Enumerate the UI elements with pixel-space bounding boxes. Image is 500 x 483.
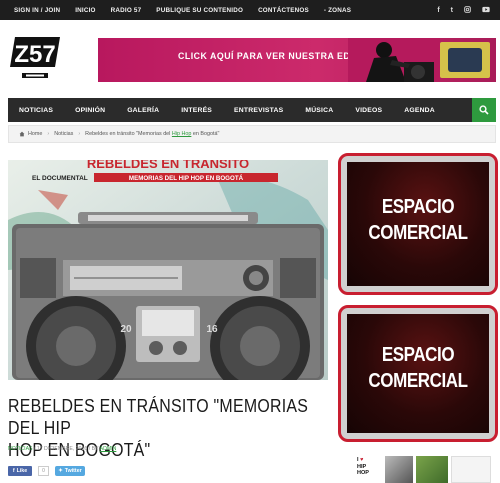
- ad-slot-2-image: ESPACIO COMERCIAL: [347, 314, 489, 433]
- home-icon: [19, 131, 25, 137]
- article-title-line1: REBELDES EN TRÁNSITO "MEMORIAS DEL HIP: [8, 395, 309, 438]
- inicio-link[interactable]: INICIO: [75, 7, 95, 14]
- breadcrumb-home[interactable]: Home: [28, 131, 42, 137]
- thumb-i-love-hip-hop[interactable]: I ♥ HIP HOP: [357, 456, 382, 483]
- instagram-icon[interactable]: [464, 5, 471, 15]
- boombox-right-number: 16: [206, 324, 218, 335]
- ad-slot-2[interactable]: ESPACIO COMERCIAL: [338, 305, 498, 442]
- ad-slot-1-image: ESPACIO COMERCIAL: [347, 162, 489, 286]
- search-button[interactable]: [472, 98, 496, 122]
- edition-banner[interactable]: CLICK AQUÍ PARA VER NUESTRA EDICIÓN 00: [98, 38, 496, 82]
- breadcrumb-section[interactable]: Noticias: [54, 131, 73, 137]
- article-meta: NOTICIAS / 17 DICIEMBRE, 2016 / BY ADMIN: [8, 446, 116, 452]
- breadcrumb-current-tag[interactable]: Hip Hop: [172, 131, 191, 137]
- facebook-like-count: 0: [38, 466, 49, 476]
- twitter-share-label: Twitter: [64, 468, 82, 474]
- facebook-like-button[interactable]: f Like: [8, 466, 32, 476]
- top-bar: SIGN IN / JOIN INICIO RADIO 57 PUBLIQUE …: [0, 0, 500, 20]
- nav-interes[interactable]: INTERÉS: [170, 107, 223, 114]
- love-line3: HOP: [357, 470, 369, 476]
- nav-videos[interactable]: VIDEOS: [344, 107, 393, 114]
- facebook-icon: f: [12, 468, 15, 474]
- breadcrumb-current-suffix: en Bogotá": [191, 131, 220, 137]
- thumb-photo-1[interactable]: [385, 456, 413, 483]
- social-links: f t: [437, 0, 490, 20]
- hero-subtitle-left: EL DOCUMENTAL: [32, 175, 88, 182]
- nav-musica[interactable]: MÚSICA: [294, 107, 344, 114]
- zonas-link[interactable]: - ZONAS: [324, 7, 351, 14]
- share-buttons: f Like 0 ✦ Twitter: [8, 466, 85, 476]
- facebook-like-label: Like: [16, 468, 28, 474]
- hero-subtitle-right: MEMORIAS DEL HIP HOP EN BOGOTÁ: [129, 175, 244, 182]
- twitter-icon: ✦: [58, 468, 63, 474]
- breadcrumb-separator-icon: ›: [47, 131, 50, 137]
- boombox-left-number: 20: [120, 324, 132, 335]
- breadcrumb-current-prefix: Rebeldes en tránsito "Memorias del: [85, 131, 172, 137]
- site-logo[interactable]: Z57: [8, 33, 62, 81]
- thumb-flyer[interactable]: [451, 456, 491, 483]
- nav-opinion[interactable]: OPINIÓN: [64, 107, 116, 114]
- facebook-icon[interactable]: f: [437, 7, 439, 14]
- search-icon: [479, 105, 489, 115]
- dj-image: [348, 38, 440, 82]
- article-by: BY: [91, 446, 99, 452]
- contactenos-link[interactable]: CONTÁCTENOS: [258, 7, 309, 14]
- love-line1: I: [357, 457, 359, 463]
- article-author[interactable]: ADMIN: [100, 446, 117, 452]
- breadcrumb: Home › Noticias › Rebeldes en tránsito "…: [8, 125, 496, 143]
- nav-agenda[interactable]: AGENDA: [393, 107, 446, 114]
- breadcrumb-separator-icon: ›: [78, 131, 81, 137]
- main-nav: NOTICIAS OPINIÓN GALERÍA INTERÉS ENTREVI…: [8, 98, 496, 122]
- breadcrumb-current: Rebeldes en tránsito "Memorias del Hip H…: [85, 131, 219, 137]
- article-date: 17 DICIEMBRE, 2016: [36, 446, 88, 452]
- hero-headline: REBELDES EN TRÁNSITO: [87, 160, 249, 171]
- twitter-icon[interactable]: t: [451, 7, 453, 14]
- ad-line1: ESPACIO: [381, 196, 455, 218]
- ad-slot-1[interactable]: ESPACIO COMERCIAL: [338, 153, 498, 295]
- radio-57-link[interactable]: RADIO 57: [111, 7, 142, 14]
- article-featured-image: REBELDES EN TRÁNSITO EL DOCUMENTAL MEMOR…: [8, 160, 328, 380]
- ad-line1: ESPACIO: [381, 344, 455, 366]
- article-category[interactable]: NOTICIAS: [8, 446, 33, 452]
- heart-icon: ♥: [360, 457, 364, 463]
- youtube-icon[interactable]: [482, 6, 490, 15]
- publique-link[interactable]: PUBLIQUE SU CONTENIDO: [156, 7, 243, 14]
- nav-noticias[interactable]: NOTICIAS: [8, 107, 64, 114]
- related-thumbnails: I ♥ HIP HOP: [357, 456, 497, 483]
- logo-text: Z57: [14, 41, 55, 68]
- nav-entrevistas[interactable]: ENTREVISTAS: [223, 107, 294, 114]
- ad-line2: COMERCIAL: [368, 222, 468, 244]
- thumb-photo-2[interactable]: [416, 456, 448, 483]
- ad-line2: COMERCIAL: [368, 370, 468, 392]
- sign-in-link[interactable]: SIGN IN / JOIN: [14, 7, 60, 14]
- nav-galeria[interactable]: GALERÍA: [116, 107, 170, 114]
- edition-cover-detail: [448, 48, 482, 72]
- twitter-share-button[interactable]: ✦ Twitter: [55, 466, 85, 476]
